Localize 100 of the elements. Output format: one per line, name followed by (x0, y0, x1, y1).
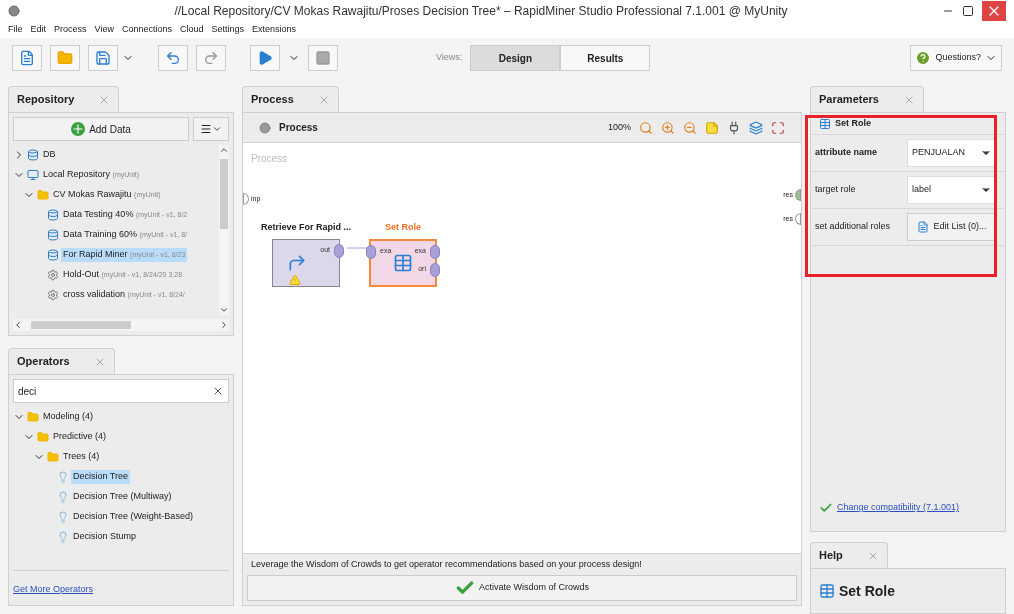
add-data-button[interactable]: Add Data (13, 117, 189, 141)
app-icon (8, 5, 20, 17)
panel-tab[interactable]: Parameters (810, 86, 924, 112)
operator-title: Set Role (385, 221, 421, 234)
menu-item[interactable]: Extensions (252, 23, 297, 37)
panel-tab[interactable]: Help (810, 542, 888, 568)
parameter-dropdown[interactable]: label (907, 176, 997, 204)
questions-button[interactable]: Questions? (910, 45, 1002, 71)
panel-tab[interactable]: Process (242, 86, 339, 112)
stop-button[interactable] (308, 45, 338, 71)
search-field[interactable]: deci (13, 379, 229, 403)
list-icon (917, 221, 930, 233)
scroll-down-icon[interactable] (219, 305, 229, 315)
activate-button[interactable]: Activate Wisdom of Crowds (247, 575, 797, 601)
table-icon (819, 583, 835, 599)
folder-icon (37, 431, 49, 443)
fit-icon[interactable] (771, 120, 785, 135)
play-icon (257, 50, 273, 66)
menu-button[interactable] (193, 117, 229, 141)
maximize-button[interactable] (962, 5, 974, 17)
tree-item[interactable]: Decision Tree (Weight-Based) (71, 510, 195, 524)
zoom-reset-icon[interactable] (639, 120, 653, 135)
stop-icon (315, 50, 331, 66)
parameter-dropdown[interactable]: PENJUALAN (907, 139, 997, 167)
folder-icon (57, 50, 73, 66)
parameter-label: set additional roles (815, 220, 892, 234)
menu-item[interactable]: Connections (121, 23, 172, 37)
layers-icon[interactable] (749, 120, 763, 135)
search-input[interactable]: deci (14, 380, 212, 402)
database-icon (47, 249, 59, 261)
output-port-icon[interactable] (795, 189, 801, 201)
edit-list-button[interactable]: Edit List (0)... (907, 213, 997, 241)
database-icon (47, 229, 59, 241)
database-icon (27, 149, 39, 161)
view-tab[interactable]: Results (560, 45, 651, 71)
check-icon (819, 501, 833, 515)
tree-item[interactable]: Decision Stump (71, 530, 139, 544)
menu-item[interactable]: Settings (211, 23, 244, 37)
vertical-scrollbar[interactable] (219, 145, 229, 315)
panel-tab[interactable]: Operators (8, 348, 115, 374)
menu-item[interactable]: File (8, 23, 23, 37)
process-icon (259, 121, 271, 134)
port-icon[interactable] (430, 262, 440, 277)
new-file-icon (19, 50, 35, 66)
menu-icon (200, 123, 212, 135)
toolbar-button[interactable] (88, 45, 118, 71)
views-label: Views: (436, 51, 463, 65)
operator-title: Retrieve For Rapid ... (261, 221, 352, 234)
breadcrumb[interactable]: Process (279, 120, 600, 135)
port-icon[interactable] (366, 244, 376, 259)
toolbar-button[interactable] (50, 45, 80, 71)
menu-item[interactable]: Edit (30, 23, 47, 37)
save-icon (95, 50, 111, 66)
gear-icon (47, 269, 59, 281)
plug-icon[interactable] (727, 120, 741, 135)
menu-item[interactable]: Cloud (179, 23, 204, 37)
bulb-icon (57, 491, 69, 503)
menu-item[interactable]: View (94, 23, 114, 37)
get-more-operators-link[interactable]: Get More Operators (13, 584, 94, 594)
folder-icon (27, 411, 39, 423)
output-port-icon[interactable] (795, 213, 801, 225)
scroll-left-icon[interactable] (13, 320, 23, 330)
tree-item[interactable]: Predictive (4) (51, 430, 108, 444)
compatibility-link[interactable]: Change compatibility (7.1.001) (837, 501, 960, 515)
tree-item[interactable]: Decision Tree (Multiway) (71, 490, 174, 504)
caret-icon (212, 124, 222, 134)
redo-button[interactable] (196, 45, 226, 71)
parameter-label: target role (815, 183, 857, 197)
note-icon[interactable] (705, 120, 719, 135)
gear-icon (47, 289, 59, 301)
close-button[interactable] (982, 1, 1006, 21)
scroll-up-icon[interactable] (219, 145, 229, 155)
run-button[interactable] (250, 45, 280, 71)
help-title: Set Role (839, 581, 895, 601)
bulb-icon (57, 511, 69, 523)
hint-text: Leverage the Wisdom of Crowds to get operator recommendations based on your process design! (250, 557, 643, 571)
redo-icon (203, 50, 219, 66)
zoom-out-icon[interactable] (683, 120, 697, 135)
scroll-right-icon[interactable] (219, 320, 229, 330)
bulb-icon (57, 531, 69, 543)
menu-item[interactable]: Process (54, 23, 87, 37)
clear-icon[interactable] (212, 385, 224, 397)
undo-button[interactable] (158, 45, 188, 71)
zoom-in-icon[interactable] (661, 120, 675, 135)
window-title: //Local Repository/CV Mokas Rawajitu/Proses Decision Tree* – RapidMiner Studio Professional 7.1.001 @ MyUnity (173, 3, 789, 20)
tree-item[interactable]: Decision Tree (71, 470, 131, 484)
port-icon[interactable] (334, 243, 344, 258)
horizontal-scrollbar[interactable] (13, 319, 229, 331)
toolbar-button[interactable] (12, 45, 42, 71)
port-icon[interactable] (430, 244, 440, 259)
input-port-icon[interactable] (243, 193, 249, 205)
tree-item[interactable]: DB (41, 148, 58, 162)
tree-item[interactable]: Modeling (4) (41, 410, 96, 424)
tree-item[interactable]: Trees (4) (61, 450, 102, 464)
monitor-icon (27, 169, 39, 181)
undo-icon (165, 50, 181, 66)
parameter-label: attribute name (815, 146, 878, 160)
panel-tab[interactable]: Repository (8, 86, 120, 112)
plus-icon (71, 122, 86, 136)
view-tab[interactable]: Design (470, 45, 561, 71)
